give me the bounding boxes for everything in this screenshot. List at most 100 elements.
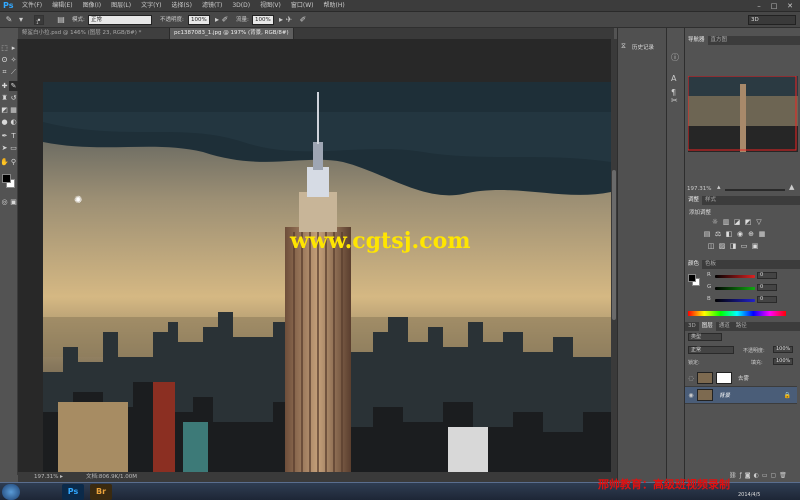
menu-item-file[interactable]: 文件(F) bbox=[22, 0, 42, 12]
tab-histogram[interactable]: 直方图 bbox=[708, 36, 731, 45]
blend-mode-select[interactable]: 正常 bbox=[688, 346, 734, 354]
menu-item-window[interactable]: 窗口(W) bbox=[291, 0, 314, 12]
hue-saturation-icon[interactable]: ▤ bbox=[703, 230, 711, 238]
tab-layers[interactable]: 图层 bbox=[698, 322, 716, 331]
document-image[interactable] bbox=[43, 82, 611, 473]
navigator-zoom[interactable]: 197.31% bbox=[687, 186, 711, 192]
posterize-icon[interactable]: ▨ bbox=[718, 242, 726, 250]
eyedropper-icon[interactable]: ⟋ bbox=[9, 67, 18, 77]
color-spectrum-bar[interactable] bbox=[688, 311, 786, 316]
b-slider[interactable] bbox=[715, 299, 755, 302]
g-value[interactable]: 0 bbox=[757, 284, 777, 291]
menu-item-edit[interactable]: 编辑(E) bbox=[52, 0, 72, 12]
vertical-scrollbar-thumb[interactable] bbox=[612, 170, 616, 320]
menu-item-select[interactable]: 选择(S) bbox=[171, 0, 192, 12]
tab-navigator[interactable]: 导航器 bbox=[685, 36, 708, 45]
selective-color-icon[interactable]: ▣ bbox=[751, 242, 759, 250]
vibrance-icon[interactable]: ▽ bbox=[755, 218, 763, 226]
clone-stamp-icon[interactable]: ♜ bbox=[0, 93, 9, 103]
lasso-tool-icon[interactable]: ʘ bbox=[0, 55, 9, 65]
channel-mixer-icon[interactable]: ⊕ bbox=[747, 230, 755, 238]
flow-field[interactable]: 100% bbox=[252, 15, 274, 25]
path-select-icon[interactable]: ➤ bbox=[0, 143, 9, 153]
marquee-tool-icon[interactable]: ▸ bbox=[9, 43, 18, 53]
brush-tool-icon[interactable]: ✎ bbox=[4, 15, 14, 25]
invert-icon[interactable]: ◫ bbox=[707, 242, 715, 250]
menu-item-filter[interactable]: 滤镜(T) bbox=[202, 0, 222, 12]
threshold-icon[interactable]: ◨ bbox=[729, 242, 737, 250]
layer-filter-kind[interactable]: 类型 bbox=[688, 333, 722, 341]
mode-select[interactable]: 正常 bbox=[88, 15, 152, 25]
layer-name[interactable]: 背景 bbox=[719, 391, 730, 399]
workspace-select[interactable]: 3D bbox=[748, 15, 796, 25]
g-slider[interactable] bbox=[715, 287, 755, 290]
info-icon[interactable]: ⓘ bbox=[671, 52, 679, 63]
trash-icon[interactable]: 🗑 bbox=[779, 472, 790, 479]
start-button[interactable] bbox=[2, 484, 20, 500]
layer-opacity-field[interactable]: 100% bbox=[773, 346, 793, 353]
new-layer-icon[interactable]: ▢ bbox=[771, 472, 780, 479]
tab-swatches[interactable]: 色板 bbox=[702, 260, 719, 269]
curves-icon[interactable]: ◪ bbox=[733, 218, 741, 226]
photo-filter-icon[interactable]: ◉ bbox=[736, 230, 744, 238]
zoom-out-icon[interactable]: ▴ bbox=[717, 183, 721, 191]
history-icon[interactable]: ⧖ bbox=[621, 42, 626, 51]
hand-tool-icon[interactable]: ✋ bbox=[0, 157, 9, 167]
opacity-field[interactable]: 100% bbox=[188, 15, 210, 25]
quick-mask-icon[interactable]: ◎ bbox=[0, 197, 9, 207]
character-icon[interactable]: A bbox=[671, 74, 676, 83]
type-tool-icon[interactable]: T bbox=[9, 131, 18, 141]
gradient-icon[interactable]: ▦ bbox=[9, 105, 18, 115]
tab-document-2[interactable]: pc1387083_1.jpg @ 197% (背景, RGB/8#) * bbox=[170, 28, 294, 47]
status-zoom[interactable]: 197.31% bbox=[34, 472, 58, 482]
tab-document-1[interactable]: 鲸鲨白小拉.psd @ 146% (图层 23, RGB/8#) * bbox=[18, 28, 170, 39]
taskbar-bridge[interactable]: Br bbox=[90, 484, 112, 500]
brush-tool-icon[interactable]: ✎ bbox=[9, 81, 18, 91]
adjust-layer-icon[interactable]: ◐ bbox=[754, 472, 762, 479]
levels-icon[interactable]: ▥ bbox=[722, 218, 730, 226]
layer-name[interactable]: 去雾 bbox=[738, 374, 749, 382]
history-panel-label[interactable]: 历史记录 bbox=[632, 43, 654, 51]
zoom-tool-icon[interactable]: ⚲ bbox=[9, 157, 18, 167]
r-slider[interactable] bbox=[715, 275, 755, 278]
tab-channels[interactable]: 通道 bbox=[716, 322, 733, 331]
menu-item-view[interactable]: 视图(V) bbox=[260, 0, 281, 12]
mask-icon[interactable]: ◙ bbox=[745, 472, 754, 479]
menu-item-image[interactable]: 图像(I) bbox=[83, 0, 101, 12]
visibility-icon[interactable]: ◉ bbox=[685, 392, 697, 399]
blur-tool-icon[interactable]: ● bbox=[0, 117, 9, 127]
eraser-icon[interactable]: ◩ bbox=[0, 105, 9, 115]
shape-tool-icon[interactable]: ▭ bbox=[9, 143, 18, 153]
color-fg-swatch[interactable] bbox=[688, 274, 696, 282]
pressure-opacity-icon[interactable]: ✐ bbox=[220, 15, 230, 25]
maximize-button[interactable]: □ bbox=[767, 0, 781, 12]
layer-row[interactable]: ◌ 去雾 bbox=[685, 370, 797, 387]
color-lookup-icon[interactable]: ▦ bbox=[758, 230, 766, 238]
zoom-in-icon[interactable]: ▲ bbox=[789, 183, 794, 191]
tab-styles[interactable]: 样式 bbox=[702, 196, 719, 205]
chevron-down-icon[interactable]: ▾ bbox=[16, 15, 26, 25]
fill-field[interactable]: 100% bbox=[773, 358, 793, 365]
healing-brush-icon[interactable]: ✚ bbox=[0, 81, 9, 91]
pressure-size-icon[interactable]: ✐ bbox=[298, 15, 308, 25]
color-balance-icon[interactable]: ⚖ bbox=[714, 230, 722, 238]
tab-paths[interactable]: 路径 bbox=[733, 322, 750, 331]
foreground-color-swatch[interactable] bbox=[2, 174, 11, 183]
airbrush-icon[interactable]: ✈ bbox=[284, 15, 294, 25]
visibility-icon[interactable]: ◌ bbox=[685, 375, 697, 382]
menu-item-type[interactable]: 文字(Y) bbox=[141, 0, 161, 12]
move-tool-icon[interactable]: ⬚ bbox=[0, 43, 9, 53]
crop-tool-icon[interactable]: ⌗ bbox=[0, 67, 9, 77]
history-brush-icon[interactable]: ↺ bbox=[9, 93, 18, 103]
gradient-map-icon[interactable]: ▭ bbox=[740, 242, 748, 250]
exposure-icon[interactable]: ◩ bbox=[744, 218, 752, 226]
r-value[interactable]: 0 bbox=[757, 272, 777, 279]
menu-item-help[interactable]: 帮助(H) bbox=[324, 0, 345, 12]
b-value[interactable]: 0 bbox=[757, 296, 777, 303]
navigator-zoom-slider[interactable] bbox=[725, 189, 785, 191]
dodge-tool-icon[interactable]: ◐ bbox=[9, 117, 18, 127]
screen-mode-icon[interactable]: ▣ bbox=[9, 197, 18, 207]
layer-mask-thumbnail[interactable] bbox=[716, 372, 732, 384]
navigator-thumbnail[interactable] bbox=[687, 75, 798, 152]
brightness-icon[interactable]: ☼ bbox=[711, 218, 719, 226]
